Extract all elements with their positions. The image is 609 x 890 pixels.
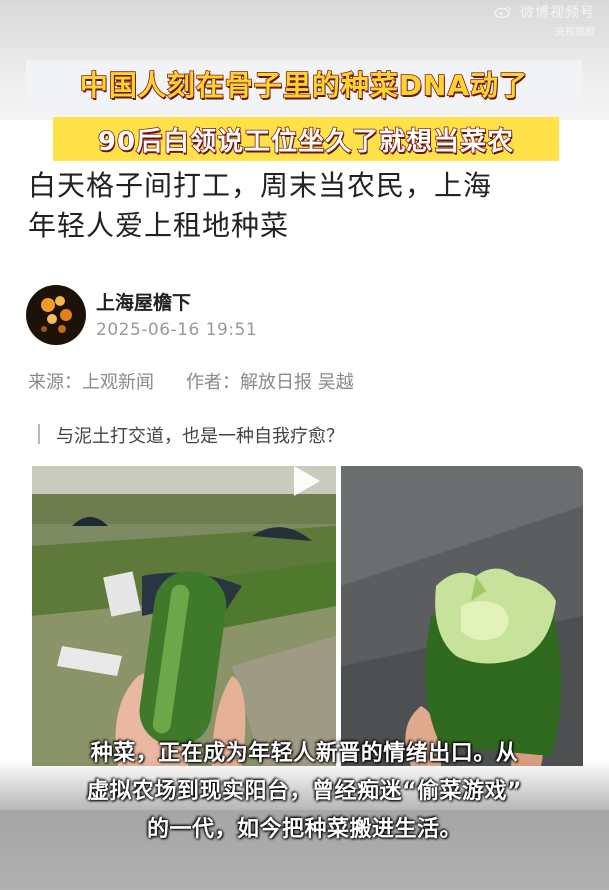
garden-cucumber-photo <box>32 466 336 766</box>
article-title-line-1: 白天格子间打工，周末当农民，上海 <box>28 169 493 202</box>
article-source-line: 来源：上观新闻 作者：解放日报 吴越 <box>28 368 362 394</box>
headline-text-secondary: 90后白领说工位坐久了就想当菜农 <box>97 126 515 158</box>
avatar-image <box>26 285 86 345</box>
subtitle-line-3: 的一代，如今把种菜搬进生活。 <box>146 817 462 842</box>
headline-banner-primary: 中国人刻在骨子里的种菜DNA动了 <box>26 60 582 108</box>
headline-text-primary: 中国人刻在骨子里的种菜DNA动了 <box>79 68 529 103</box>
article-lead-quote: 与泥土打交道，也是一种自我疗愈？ <box>56 426 344 447</box>
subtitle-line-2: 虚拟农场到现实阳台，曾经痴迷“偷菜游戏” <box>87 779 522 804</box>
bitten-cucumber-photo <box>341 466 583 766</box>
author-name[interactable]: 上海屋檐下 <box>96 288 191 315</box>
watermark-brand: 微博视频号 <box>520 5 595 21</box>
post-timestamp: 2025-06-16 19:51 <box>96 320 258 340</box>
video-watermark: 微博视频号 央视视频 <box>493 2 595 38</box>
watermark-source: 央视视频 <box>555 27 595 38</box>
video-play-icon[interactable] <box>286 462 324 500</box>
article-title-line-2: 年轻人爱上租地种菜 <box>28 209 290 242</box>
video-subtitle: 种菜，正在成为年轻人新晋的情绪出口。从 虚拟农场到现实阳台，曾经痴迷“偷菜游戏”… <box>14 735 595 849</box>
article-title: 白天格子间打工，周末当农民，上海 年轻人爱上租地种菜 <box>28 166 588 246</box>
author-avatar[interactable] <box>26 285 86 345</box>
author-label: 作者：解放日报 吴越 <box>186 372 354 393</box>
weibo-logo-icon <box>493 6 512 18</box>
headline-banner-secondary: 90后白领说工位坐久了就想当菜农 <box>53 117 559 161</box>
subtitle-line-1: 种菜，正在成为年轻人新晋的情绪出口。从 <box>90 741 519 766</box>
source-label: 来源：上观新闻 <box>28 372 154 393</box>
quote-bar <box>38 424 40 444</box>
